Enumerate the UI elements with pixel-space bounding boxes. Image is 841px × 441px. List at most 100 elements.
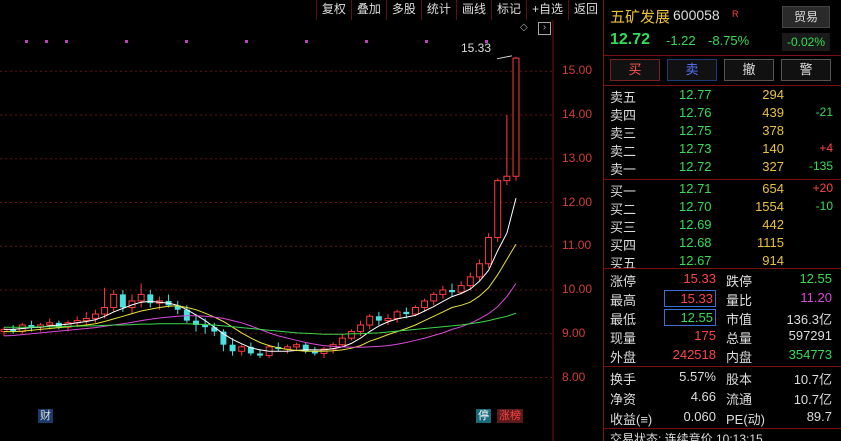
order-book-row[interactable]: 买四 12.68 1115 (604, 235, 841, 253)
order-price: 12.75 (679, 123, 712, 138)
candle-body (110, 293, 118, 308)
candle-body (137, 293, 145, 302)
candle-body (439, 289, 447, 295)
toolbar-fuquan-button[interactable]: 复权 (315, 0, 351, 20)
price-tick-label: 14.00 (562, 107, 593, 121)
stat-value: 15.33 (683, 271, 716, 286)
stat-label: 换手 (610, 372, 637, 387)
stat-label: 市值 (726, 312, 753, 327)
candle-body (46, 322, 54, 326)
order-book-row[interactable]: 卖三 12.75 378 (604, 123, 841, 141)
stat-value: 89.7 (806, 409, 832, 424)
collapse-panel-icon[interactable]: › (538, 22, 551, 35)
candle-body (494, 180, 502, 238)
ma60-line (4, 312, 517, 335)
sell-button[interactable]: 卖 (667, 59, 717, 81)
order-volume: 294 (762, 87, 784, 102)
toolbar-add-watchlist-button[interactable]: +自选 (525, 0, 568, 20)
toolbar-draw-line-button[interactable]: 画线 (455, 0, 491, 20)
order-book-row[interactable]: 卖五 12.77 294 (604, 87, 841, 105)
stat-value: 10.7亿 (793, 392, 832, 407)
stat-value: 5.57% (679, 369, 716, 384)
candle-body (229, 344, 236, 352)
stat-label: 净资 (610, 392, 637, 407)
ma20-line (3, 283, 517, 348)
alert-button[interactable]: 警 (781, 59, 831, 81)
stat-label: 流通 (726, 392, 753, 407)
chart-high-price-label: 15.33 (461, 41, 492, 55)
stat-label: 外盘 (610, 350, 637, 365)
stat-row: 外盘 242518 内盘 354773 (604, 347, 841, 365)
order-book-row[interactable]: 买二 12.70 1554 -10 (604, 199, 841, 217)
cancel-order-button[interactable]: 撤 (724, 59, 774, 81)
toolbar-multi-stock-button[interactable]: 多股 (385, 0, 421, 20)
order-volume: 442 (762, 217, 784, 232)
order-level-label: 买二 (610, 202, 637, 217)
stat-value: 597291 (788, 328, 832, 343)
order-volume-change: +20 (812, 181, 833, 195)
quote-panel: 五矿发展 600058 R 贸易 12.72 -1.22 -8.75% -0.0… (603, 0, 841, 441)
stat-label: 收益(≡) (610, 412, 653, 427)
order-book-row[interactable]: 卖一 12.72 327 -135 (604, 159, 841, 177)
stat-value: 175 (694, 328, 716, 343)
limit-up-list-marker[interactable]: 涨榜 (497, 409, 523, 423)
divider (604, 179, 841, 180)
kline-chart[interactable] (0, 0, 603, 441)
price-tick-label: 9.00 (562, 325, 586, 340)
industry-button[interactable]: 贸易 (782, 6, 830, 28)
event-dot (365, 40, 368, 43)
chart-toolbar: 复权 叠加 多股 统计 画线 标记 +自选 返回 (315, 0, 603, 20)
stat-row: 收益(≡) 0.060 PE(动) 89.7 (604, 409, 841, 427)
industry-change-percent: -0.02% (782, 33, 830, 51)
stock-code: 600058 (673, 7, 720, 23)
order-price: 12.70 (679, 199, 712, 214)
divider (604, 428, 841, 429)
price-tick-label: 8.00 (562, 369, 586, 384)
order-book-row[interactable]: 买一 12.71 654 +20 (604, 181, 841, 199)
candle-body (393, 311, 401, 319)
stat-value: 4.66 (690, 389, 716, 404)
order-level-label: 卖三 (610, 126, 637, 141)
toolbar-mark-button[interactable]: 标记 (490, 0, 526, 20)
order-book-row[interactable]: 买三 12.69 442 (604, 217, 841, 235)
stock-name: 五矿发展 (610, 9, 671, 26)
current-price: 12.72 (610, 31, 651, 48)
order-book-row[interactable]: 卖二 12.73 140 +4 (604, 141, 841, 159)
candle-body (238, 346, 246, 352)
order-book-row[interactable]: 卖四 12.76 439 -21 (604, 105, 841, 123)
diamond-icon[interactable]: ◇ (520, 22, 528, 33)
toolbar-stats-button[interactable]: 统计 (420, 0, 456, 20)
candle-body (347, 331, 355, 339)
finance-marker[interactable]: 财 (38, 409, 53, 423)
suspend-marker[interactable]: 停 (476, 409, 491, 423)
order-volume-change: +4 (819, 141, 833, 155)
stat-label: 股本 (726, 372, 753, 387)
candle-body (485, 237, 493, 265)
ma10-line (4, 243, 517, 352)
order-level-label: 卖二 (610, 144, 637, 159)
stat-value: 12.55 (799, 271, 832, 286)
candle-body (411, 307, 419, 315)
stat-label: 现量 (610, 331, 637, 346)
price-tick-label: 13.00 (562, 150, 593, 165)
trading-status: 交易状态: 连续竞价 10:13:15 (610, 432, 763, 441)
order-level-label: 买四 (610, 238, 637, 253)
candle-body (293, 344, 301, 348)
order-volume: 654 (762, 181, 784, 196)
candle-body (475, 263, 483, 278)
event-dot (185, 40, 188, 43)
stat-row: 现量 175 总量 597291 (604, 328, 841, 346)
event-dot (25, 40, 28, 43)
price-tick-label: 11.00 (562, 238, 592, 253)
candle-body (357, 324, 365, 333)
candle-body (384, 317, 392, 322)
toolbar-overlay-button[interactable]: 叠加 (350, 0, 386, 20)
toolbar-back-button[interactable]: 返回 (567, 0, 603, 20)
candle-body (101, 307, 109, 315)
stat-row: 换手 5.57% 股本 10.7亿 (604, 369, 841, 387)
order-price: 12.72 (679, 159, 712, 174)
divider (604, 268, 841, 269)
kline-chart-panel[interactable]: 复权 叠加 多股 统计 画线 标记 +自选 返回 ◇ › 15.33 15.00… (0, 0, 603, 441)
order-level-label: 卖五 (610, 90, 637, 105)
buy-button[interactable]: 买 (610, 59, 660, 81)
